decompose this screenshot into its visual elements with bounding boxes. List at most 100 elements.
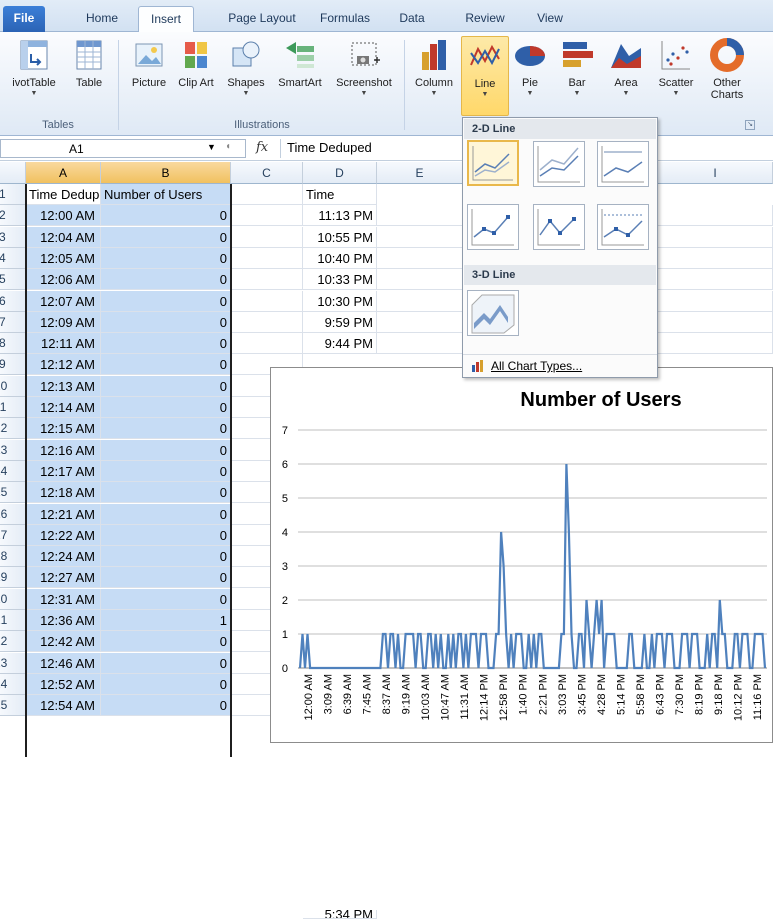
cell-time-deduped[interactable]: 12:22 AM [26,525,101,546]
shapes-button[interactable]: Shapes ▼ [222,36,270,116]
row-header[interactable]: 11 [0,397,26,418]
line-with-markers-thumbnail[interactable] [467,204,519,250]
3d-line-chart-thumbnail[interactable] [467,290,519,336]
cell-number-of-users[interactable]: 0 [101,589,231,610]
cell-time[interactable]: 11:13 PM [303,205,377,226]
row-header[interactable]: 17 [0,525,26,546]
cell[interactable] [377,333,463,354]
cell-time-deduped[interactable]: 12:46 AM [26,653,101,674]
row-header[interactable]: 5 [0,269,26,290]
cell[interactable] [377,205,463,226]
cell-time[interactable]: 9:59 PM [303,312,377,333]
cell-time-deduped[interactable]: 12:09 AM [26,312,101,333]
cell[interactable] [377,291,463,312]
row-header[interactable]: 10 [0,376,26,397]
cell-time-deduped[interactable]: 12:13 AM [26,376,101,397]
row-header[interactable]: 7 [0,312,26,333]
cell[interactable] [658,269,773,290]
cell[interactable] [231,269,303,290]
stacked-line-chart-thumbnail[interactable] [533,141,585,187]
cell[interactable] [231,291,303,312]
name-box[interactable]: A1 ▼ ◖ [0,139,246,158]
cell-number-of-users[interactable]: 0 [101,674,231,695]
cell[interactable] [658,248,773,269]
embedded-line-chart[interactable]: Number of Users 0 1 2 3 4 5 6 7 12:00 AM 3:09 AM… [270,367,773,743]
row-header[interactable]: 23 [0,653,26,674]
cell[interactable] [231,312,303,333]
line-chart-thumbnail[interactable] [467,140,519,186]
cell-number-of-users[interactable]: 1 [101,610,231,631]
cell-time-deduped[interactable]: 12:11 AM [26,333,101,354]
cell-number-of-users[interactable]: 0 [101,440,231,461]
row-header[interactable]: 8 [0,333,26,354]
row-header[interactable]: 2 [0,205,26,226]
row-header[interactable]: 1 [0,184,26,205]
stacked-line-with-markers-thumbnail[interactable] [533,204,585,250]
cell[interactable] [658,205,773,226]
line-chart-button[interactable]: Line ▼ [461,36,509,116]
tab-file[interactable]: File [3,6,45,32]
row-header[interactable]: 3 [0,227,26,248]
pie-chart-button[interactable]: Pie ▼ [510,36,550,116]
cell-time-deduped[interactable]: 12:07 AM [26,291,101,312]
row-header[interactable]: 25 [0,695,26,716]
column-header-a[interactable]: A [26,162,101,184]
cell-number-of-users[interactable]: 0 [101,248,231,269]
row-header[interactable]: 16 [0,504,26,525]
tab-page-layout[interactable]: Page Layout [222,6,302,32]
column-header-b[interactable]: B [101,162,231,184]
row-header[interactable]: 24 [0,674,26,695]
cell[interactable] [377,248,463,269]
cell-time-deduped[interactable]: 12:14 AM [26,397,101,418]
bar-chart-button[interactable]: Bar ▼ [556,36,598,116]
row-header[interactable]: 20 [0,589,26,610]
chevron-down-icon[interactable]: ▼ [207,142,216,152]
100-percent-stacked-line-with-markers-thumbnail[interactable] [597,204,649,250]
cell-time-deduped[interactable]: 12:12 AM [26,354,101,375]
cell-number-of-users[interactable]: 0 [101,631,231,652]
cell-number-of-users[interactable]: 0 [101,461,231,482]
row-header[interactable]: 9 [0,354,26,375]
cell-time-deduped[interactable]: 12:54 AM [26,695,101,716]
cell-number-of-users[interactable]: 0 [101,482,231,503]
screenshot-button[interactable]: Screenshot ▼ [330,36,398,116]
row-header[interactable]: 19 [0,567,26,588]
resize-handle-icon[interactable]: ◖ [225,141,231,152]
cell-number-of-users[interactable]: 0 [101,227,231,248]
row-header[interactable]: 15 [0,482,26,503]
scatter-chart-button[interactable]: Scatter ▼ [650,36,702,116]
cell-time[interactable]: 9:44 PM [303,333,377,354]
cell-number-of-users[interactable]: 0 [101,312,231,333]
cell-number-of-users[interactable]: 0 [101,333,231,354]
cell-time[interactable]: 10:40 PM [303,248,377,269]
smartart-button[interactable]: SmartArt [272,36,328,116]
cell-number-of-users[interactable]: 0 [101,695,231,716]
cell-number-of-users[interactable]: 0 [101,546,231,567]
cell-time[interactable]: 10:55 PM [303,227,377,248]
cell-number-of-users[interactable]: 0 [101,504,231,525]
cell[interactable] [658,291,773,312]
row-header[interactable]: 12 [0,418,26,439]
cell[interactable] [377,227,463,248]
cell-time-deduped[interactable]: 12:31 AM [26,589,101,610]
100-percent-stacked-line-chart-thumbnail[interactable] [597,141,649,187]
cell-number-of-users[interactable]: 0 [101,376,231,397]
cell-time-deduped[interactable]: 12:17 AM [26,461,101,482]
cell[interactable] [377,269,463,290]
cell[interactable] [377,312,463,333]
cell-time[interactable]: 10:30 PM [303,291,377,312]
cell-number-of-users[interactable]: 0 [101,653,231,674]
cell-time-deduped[interactable]: 12:00 AM [26,205,101,226]
tab-formulas[interactable]: Formulas [314,6,376,32]
cell-time-deduped[interactable]: 12:36 AM [26,610,101,631]
cell-time-deduped[interactable]: 12:52 AM [26,674,101,695]
cell[interactable] [658,333,773,354]
row-header[interactable]: 4 [0,248,26,269]
tab-home[interactable]: Home [76,6,128,32]
cell-a1-header[interactable]: Time Deduped [26,184,101,205]
cell-time[interactable]: 10:33 PM [303,269,377,290]
cell-number-of-users[interactable]: 0 [101,397,231,418]
other-charts-button[interactable]: Other Charts [702,36,752,116]
table-button[interactable]: Table [66,36,112,116]
cell-b1-header[interactable]: Number of Users [101,184,231,205]
